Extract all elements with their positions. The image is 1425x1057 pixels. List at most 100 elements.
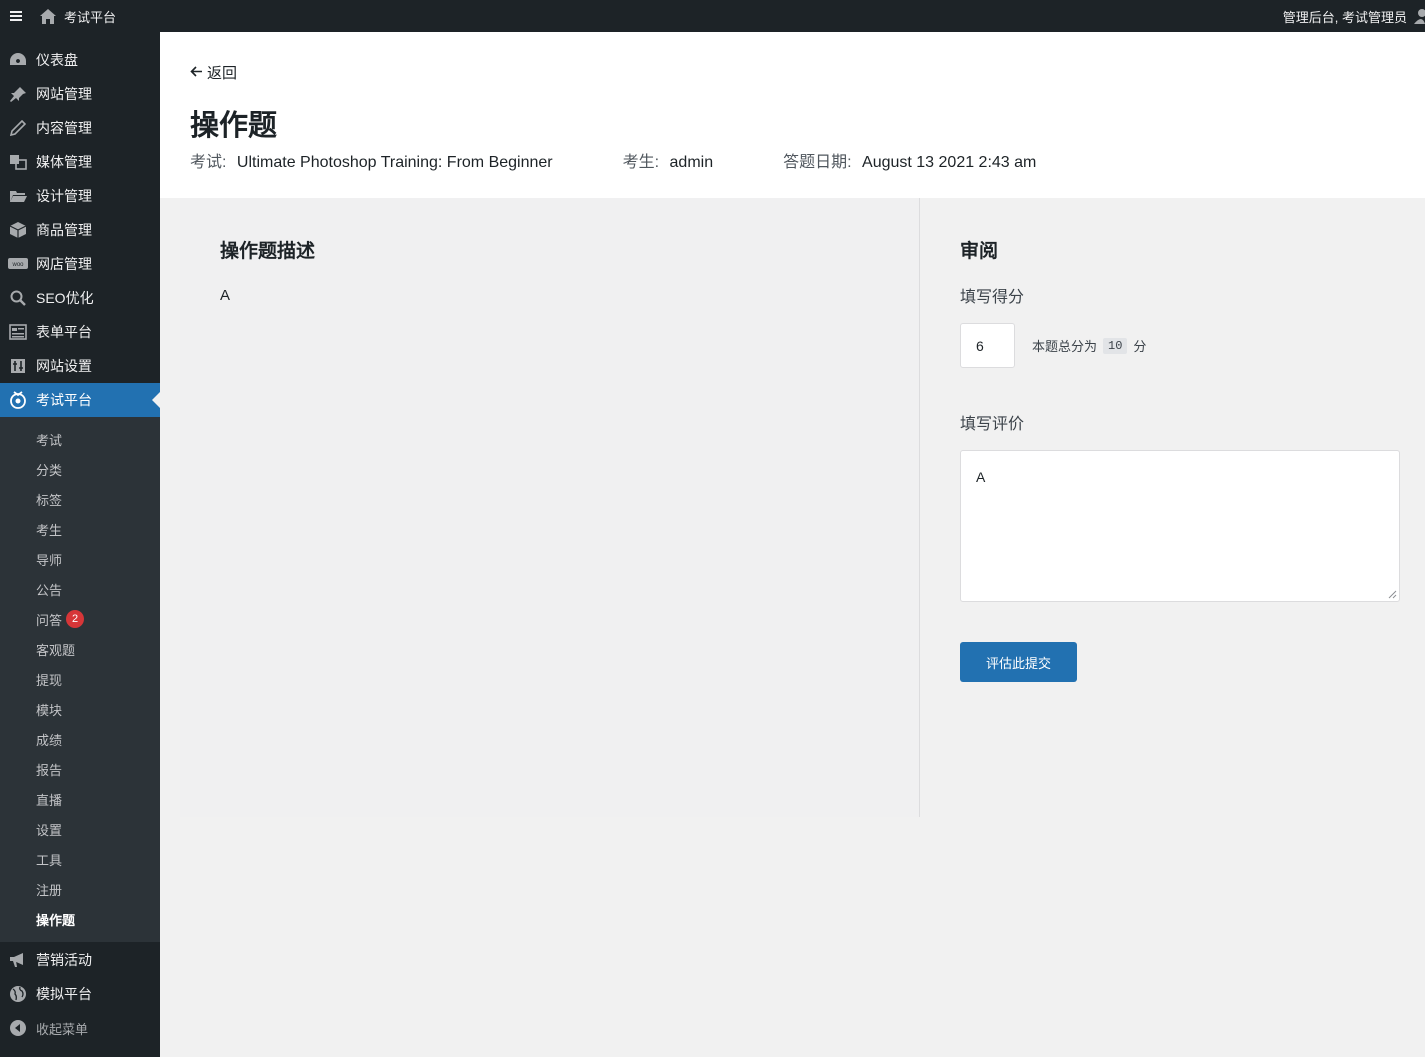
submenu-item-tags[interactable]: 标签: [0, 484, 160, 514]
megaphone-icon: [8, 950, 28, 970]
submenu-item-register[interactable]: 注册: [0, 874, 160, 904]
qa-count-badge: 2: [66, 610, 85, 628]
submenu-item-modules[interactable]: 模块: [0, 694, 160, 724]
score-label: 填写得分: [960, 289, 1025, 306]
sidebar-item-label: 模拟平台: [36, 986, 92, 1002]
date-label: 答题日期:: [783, 154, 852, 171]
exam-platform-submenu: 考试 分类 标签 考生 导师 公告 问答 2 客观题 提现 模块 成绩 报告 直…: [0, 417, 160, 942]
sidebar-item-marketing[interactable]: 营销活动: [0, 943, 160, 977]
exam-meta: 考试: Ultimate Photoshop Training: From Be…: [190, 148, 553, 172]
submenu-item-instructors[interactable]: 导师: [0, 544, 160, 574]
student-value: admin: [669, 154, 714, 171]
submenu-item-students[interactable]: 考生: [0, 514, 160, 544]
site-name: 考试平台: [64, 9, 117, 25]
sidebar-item-dashboard[interactable]: 仪表盘: [0, 43, 160, 77]
exam-value: Ultimate Photoshop Training: From Beginn…: [236, 154, 553, 171]
submenu-item-live[interactable]: 直播: [0, 784, 160, 814]
sidebar-item-exam-platform[interactable]: 考试平台: [0, 383, 160, 417]
sidebar-item-label: 考试平台: [36, 392, 92, 408]
menu-toggle-icon[interactable]: [0, 0, 32, 32]
svg-text:woo: woo: [11, 262, 24, 268]
box-icon: [8, 220, 28, 240]
settings-icon: [8, 356, 28, 376]
score-hint-prefix: 本题总分为: [1032, 339, 1098, 354]
sidebar-item-label: 网店管理: [36, 256, 92, 272]
sidebar-item-simulation[interactable]: 模拟平台: [0, 977, 160, 1011]
submenu-item-label: 问答: [36, 612, 63, 628]
date-value: August 13 2021 2:43 am: [862, 154, 1037, 171]
sidebar-item-shop[interactable]: woo 网店管理: [0, 247, 160, 281]
submenu-item-grades[interactable]: 成绩: [0, 724, 160, 754]
sidebar-item-label: SEO优化: [36, 290, 94, 306]
sidebar-item-site[interactable]: 网站管理: [0, 77, 160, 111]
sidebar-item-media[interactable]: 媒体管理: [0, 145, 160, 179]
sidebar-item-label: 营销活动: [36, 952, 92, 968]
submenu-item-qa[interactable]: 问答 2: [0, 604, 160, 634]
submenu-item-practical[interactable]: 操作题: [0, 904, 160, 934]
sidebar-item-settings[interactable]: 网站设置: [0, 349, 160, 383]
arrow-left-icon: [190, 64, 203, 81]
sidebar-item-products[interactable]: 商品管理: [0, 213, 160, 247]
woo-icon: woo: [8, 254, 28, 274]
sidebar-item-design[interactable]: 设计管理: [0, 179, 160, 213]
sidebar-item-label: 商品管理: [36, 222, 92, 238]
form-icon: [8, 322, 28, 342]
account-menu[interactable]: 管理后台, 考试管理员: [1283, 0, 1425, 32]
sidebar-item-label: 媒体管理: [36, 154, 92, 170]
dashboard-icon: [8, 50, 28, 70]
score-hint: 本题总分为 10 分: [1032, 336, 1146, 355]
score-row: 6 本题总分为 10 分: [960, 323, 1385, 368]
sidebar-item-label: 内容管理: [36, 120, 92, 136]
review-text: A: [976, 469, 986, 485]
resize-handle-icon[interactable]: [1388, 590, 1397, 599]
submission-meta: 考试: Ultimate Photoshop Training: From Be…: [190, 148, 1106, 172]
sidebar-item-label: 网站管理: [36, 86, 92, 102]
pencil-icon: [8, 118, 28, 138]
sidebar-item-label: 仪表盘: [36, 52, 78, 68]
exam-icon: [8, 390, 28, 410]
page-header: 返回 操作题 考试: Ultimate Photoshop Training: …: [160, 32, 1425, 198]
content-panels: 操作题描述 A 审阅 填写得分 6 本题总分为 10 分 填写评价 A 评估此提…: [180, 198, 1425, 817]
description-title: 操作题描述: [220, 241, 316, 262]
avatar-icon: [1414, 9, 1425, 24]
sidebar-item-content[interactable]: 内容管理: [0, 111, 160, 145]
site-name-link[interactable]: 考试平台: [32, 0, 124, 32]
admin-sidebar: 仪表盘 网站管理 内容管理 媒体管理 设计管理 商品管理 woo 网店管理 SE…: [0, 32, 160, 1057]
student-label: 考生:: [622, 154, 660, 171]
score-input[interactable]: 6: [960, 323, 1015, 368]
evaluate-submission-button[interactable]: 评估此提交: [960, 642, 1077, 682]
score-hint-suffix: 分: [1133, 339, 1147, 354]
submenu-item-objective[interactable]: 客观题: [0, 634, 160, 664]
collapse-menu-button[interactable]: 收起菜单: [0, 1011, 160, 1045]
collapse-menu-label: 收起菜单: [36, 1021, 89, 1037]
description-text: A: [220, 287, 231, 304]
media-icon: [8, 152, 28, 172]
submenu-item-settings[interactable]: 设置: [0, 814, 160, 844]
student-meta: 考生: admin: [623, 148, 713, 172]
page-title: 操作题: [190, 110, 278, 142]
score-total: 10: [1103, 337, 1128, 354]
submenu-item-exam[interactable]: 考试: [0, 424, 160, 454]
back-link[interactable]: 返回: [190, 62, 237, 83]
sidebar-item-seo[interactable]: SEO优化: [0, 281, 160, 315]
submenu-item-withdraw[interactable]: 提现: [0, 664, 160, 694]
review-title: 审阅: [960, 241, 999, 262]
review-textarea[interactable]: A: [960, 450, 1400, 602]
folder-icon: [8, 186, 28, 206]
search-icon: [8, 288, 28, 308]
description-panel: 操作题描述 A: [180, 198, 920, 817]
back-link-label: 返回: [207, 65, 238, 82]
submenu-item-reports[interactable]: 报告: [0, 754, 160, 784]
sidebar-item-forms[interactable]: 表单平台: [0, 315, 160, 349]
home-icon: [40, 8, 56, 24]
submenu-item-announcements[interactable]: 公告: [0, 574, 160, 604]
submenu-item-category[interactable]: 分类: [0, 454, 160, 484]
sidebar-item-label: 表单平台: [36, 324, 92, 340]
globe-icon: [8, 984, 28, 1004]
greeting-text: 管理后台, 考试管理员: [1282, 9, 1407, 25]
review-panel: 审阅 填写得分 6 本题总分为 10 分 填写评价 A 评估此提交: [920, 198, 1425, 817]
submenu-item-tools[interactable]: 工具: [0, 844, 160, 874]
date-meta: 答题日期: August 13 2021 2:43 am: [783, 148, 1036, 172]
pin-icon: [8, 84, 28, 104]
review-label: 填写评价: [960, 416, 1025, 433]
